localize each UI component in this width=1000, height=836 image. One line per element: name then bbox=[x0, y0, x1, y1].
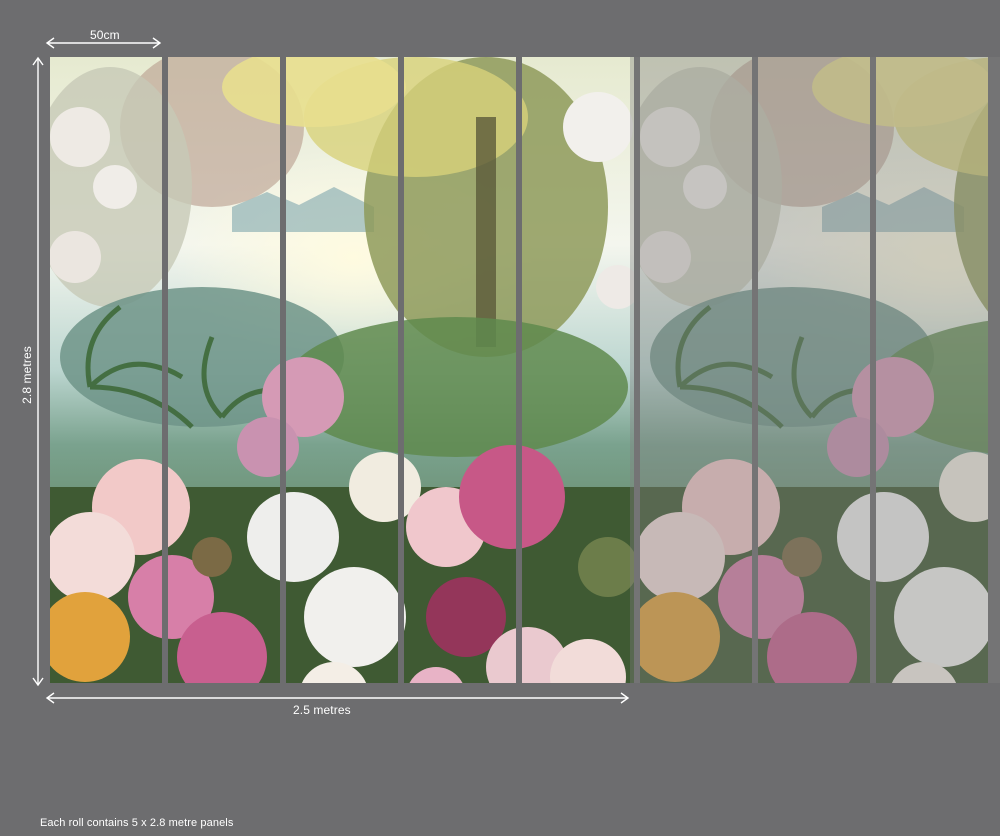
mural-panel bbox=[286, 57, 398, 683]
mural-panel bbox=[50, 57, 162, 683]
total-width-label: 2.5 metres bbox=[293, 703, 351, 717]
mural-panel bbox=[404, 57, 516, 683]
repeat-preview-overlay bbox=[630, 57, 1000, 683]
panel-width-label: 50cm bbox=[90, 28, 120, 42]
mural-panel bbox=[522, 57, 634, 683]
mural-panel bbox=[168, 57, 280, 683]
roll-info-note: Each roll contains 5 x 2.8 metre panels bbox=[40, 817, 234, 829]
height-label: 2.8 metres bbox=[20, 346, 34, 404]
